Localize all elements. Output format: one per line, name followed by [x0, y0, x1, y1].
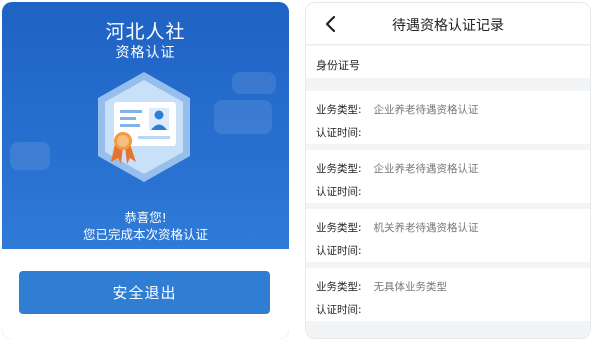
id-card-certified-icon — [98, 72, 190, 182]
record-item[interactable]: 业务类型: 机关养老待遇资格认证 认证时间: — [306, 209, 590, 262]
certification-records-screen: 待遇资格认证记录 身份证号 业务类型: 企业养老待遇资格认证 认证时间: 业务类型… — [305, 2, 591, 339]
id-number-row: 身份证号 — [306, 46, 590, 78]
app-title: 河北人社 — [105, 21, 186, 43]
business-type-value: 企业养老待遇资格认证 — [373, 163, 479, 175]
safe-exit-button[interactable]: 安全退出 — [19, 271, 270, 314]
business-type-label: 业务类型: — [316, 163, 362, 175]
auth-time-label: 认证时间: — [316, 245, 362, 257]
auth-time-label: 认证时间: — [316, 127, 362, 139]
business-type-label: 业务类型: — [316, 222, 362, 234]
record-item[interactable]: 业务类型: 无具体业务类型 认证时间: — [306, 268, 590, 321]
page-subtitle: 资格认证 — [115, 45, 176, 61]
business-type-value: 机关养老待遇资格认证 — [373, 222, 479, 234]
business-type-label: 业务类型: — [316, 281, 362, 293]
business-type-value: 企业养老待遇资格认证 — [373, 104, 479, 116]
page-title: 待遇资格认证记录 — [392, 18, 504, 34]
nav-bar: 待遇资格认证记录 — [306, 3, 590, 45]
record-item[interactable]: 业务类型: 企业养老待遇资格认证 认证时间: — [306, 91, 590, 144]
business-type-label: 业务类型: — [316, 104, 362, 116]
auth-time-label: 认证时间: — [316, 304, 362, 316]
completion-text: 您已完成本次资格认证 — [82, 227, 208, 242]
certification-success-screen: 河北人社 资格认证 恭喜您! 您已完成本次资格认证 安全退出 — [2, 2, 289, 339]
record-item[interactable]: 业务类型: 企业养老待遇资格认证 认证时间: — [306, 150, 590, 203]
background-cloud — [10, 142, 50, 170]
background-cloud — [232, 72, 276, 94]
auth-time-label: 认证时间: — [316, 186, 362, 198]
id-number-label: 身份证号 — [316, 59, 360, 72]
background-cloud — [214, 100, 272, 134]
business-type-value: 无具体业务类型 — [373, 281, 448, 293]
congrats-text: 恭喜您! — [124, 210, 167, 225]
